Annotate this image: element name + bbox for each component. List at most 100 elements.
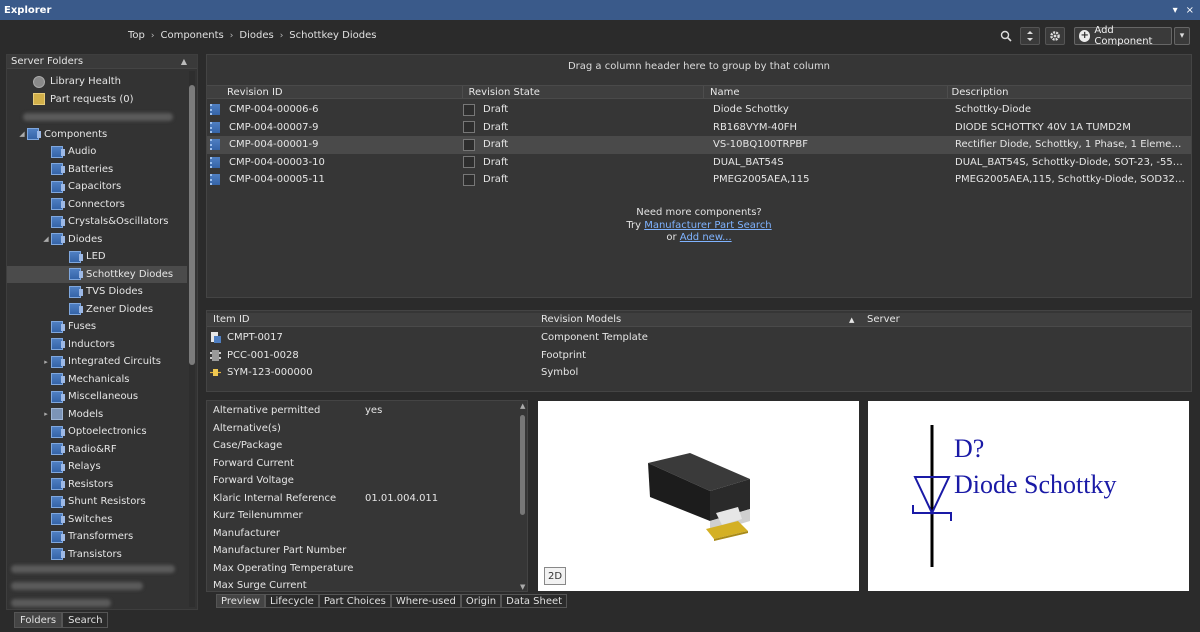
model-row-template[interactable]: CMPT-0017 Component Template [207,329,1191,347]
schematic-symbol-preview[interactable]: D? Diode Schottky [868,401,1189,591]
scrollbar-thumb[interactable] [189,85,195,365]
tree-item[interactable]: ◢ Components [7,126,187,144]
state-checkbox[interactable] [463,103,475,116]
model-row-symbol[interactable]: SYM-123-000000 Symbol [207,364,1191,382]
property-row[interactable]: Max Surge Current [213,580,307,591]
scroll-down-icon[interactable]: ▼ [520,583,525,591]
column-description[interactable]: Description [948,86,1192,98]
toggle-2d-button[interactable]: 2D [544,567,566,585]
tree-item[interactable]: Optoelectronics [7,423,187,441]
tree-item[interactable]: LED [7,248,187,266]
folders-scrollbar[interactable] [189,71,195,607]
property-row[interactable]: Alternative permitted yes [213,405,382,423]
tree-item[interactable]: Relays [7,458,187,476]
close-icon[interactable]: × [1186,5,1194,16]
tree-item[interactable]: Capacitors [7,178,187,196]
property-row[interactable]: Manufacturer [213,528,280,546]
tab-part-choices[interactable]: Part Choices [318,594,391,608]
tree-item[interactable]: Transistors [7,546,187,564]
add-new-link[interactable]: Add new... [680,232,732,243]
pin-icon[interactable]: ▾ [1173,5,1178,16]
property-row[interactable]: Manufacturer Part Number [213,545,346,563]
tab-preview[interactable]: Preview [216,594,265,608]
cell-name: RB168VYM-40FH [713,121,798,133]
property-row[interactable]: Forward Voltage [213,475,294,493]
tab-lifecycle[interactable]: Lifecycle [264,594,319,608]
breadcrumb-top[interactable]: Top [128,30,145,41]
table-row[interactable]: CMP-004-00003-10 Draft DUAL_BAT54S DUAL_BAT… [207,154,1191,172]
state-checkbox[interactable] [463,121,475,134]
refresh-button[interactable] [1020,27,1040,45]
table-row[interactable]: CMP-004-00007-9 Draft RB168VYM-40FH DIODE S… [207,119,1191,137]
property-row[interactable]: Max Operating Temperature [213,563,353,581]
expand-toggle-icon[interactable]: ▸ [41,410,51,418]
breadcrumb-diodes[interactable]: Diodes [239,30,273,41]
property-row[interactable]: Case/Package [213,440,282,458]
property-row[interactable]: Forward Current [213,458,294,476]
sort-ascending-icon[interactable]: ▲ [849,316,854,324]
tab-folders[interactable]: Folders [14,612,63,628]
breadcrumb-components[interactable]: Components [160,30,223,41]
tree-item[interactable]: Inductors [7,336,187,354]
column-item-id[interactable]: Item ID [213,314,250,325]
tab-where-used[interactable]: Where-used [390,594,461,608]
tree-item[interactable]: Batteries [7,161,187,179]
table-row[interactable]: CMP-004-00006-6 Draft Diode Schottky Schott… [207,101,1191,119]
tab-data-sheet[interactable]: Data Sheet [501,594,568,608]
tab-search[interactable]: Search [62,612,109,628]
chevron-right-icon: › [229,30,234,41]
property-value: 01.01.004.011 [365,492,439,504]
tree-item[interactable]: ◢ Diodes [7,231,187,249]
tree-item[interactable]: Library Health [7,73,187,91]
table-row[interactable]: CMP-004-00005-11 Draft PMEG2005AEA,115 PMEG… [207,171,1191,189]
property-row[interactable]: Klaric Internal Reference 01.01.004.011 [213,493,438,511]
state-checkbox[interactable] [463,138,475,151]
tree-item[interactable]: Crystals&Oscillators [7,213,187,231]
tree-item[interactable]: Fuses [7,318,187,336]
tree-item[interactable]: Mechanicals [7,371,187,389]
expand-toggle-icon[interactable]: ◢ [41,235,51,243]
breadcrumb-schottkey-diodes[interactable]: Schottkey Diodes [289,30,376,41]
properties-scrollbar[interactable]: ▲ ▼ [520,402,526,591]
tree-item[interactable]: Connectors [7,196,187,214]
add-component-button[interactable]: + Add Component [1074,25,1172,47]
model-row-footprint[interactable]: PCC-001-0028 Footprint [207,347,1191,365]
tree-item[interactable]: Shunt Resistors [7,493,187,511]
tree-item[interactable]: ▸ Models [7,406,187,424]
tree-item[interactable]: Schottkey Diodes [7,265,187,283]
state-checkbox[interactable] [463,173,475,186]
scroll-up-icon[interactable]: ▲ [520,402,525,410]
manufacturer-part-search-link[interactable]: Manufacturer Part Search [644,220,771,231]
tree-item[interactable]: Resistors [7,476,187,494]
settings-button[interactable] [1045,27,1065,45]
detail-tabs: Preview Lifecycle Part Choices Where-use… [216,594,568,608]
property-row[interactable]: Alternative(s) [213,423,281,441]
tab-origin[interactable]: Origin [460,594,502,608]
expand-toggle-icon[interactable]: ◢ [17,130,27,138]
column-revision-state[interactable]: Revision State [463,86,704,98]
table-row[interactable]: CMP-004-00001-9 Draft VS-10BQ100TRPBF Recti… [207,136,1191,154]
tree-item[interactable]: Switches [7,511,187,529]
tree-item[interactable]: Miscellaneous [7,388,187,406]
tree-item[interactable] [7,108,187,126]
collapse-icon[interactable]: ▲ [181,57,187,66]
footprint-3d-preview[interactable]: 2D [538,401,859,591]
property-row[interactable]: Kurz Teilenummer [213,510,303,528]
column-name[interactable]: Name [704,86,948,98]
tree-item[interactable]: Radio&RF [7,441,187,459]
tree-item[interactable]: Zener Diodes [7,301,187,319]
column-server[interactable]: Server [867,314,900,325]
state-checkbox[interactable] [463,156,475,169]
search-button[interactable] [996,27,1016,45]
tree-item[interactable]: TVS Diodes [7,283,187,301]
scrollbar-thumb[interactable] [520,415,525,515]
tree-item[interactable]: Transformers [7,528,187,546]
model-type: Footprint [541,349,587,361]
column-revision-models[interactable]: Revision Models [541,314,621,325]
add-component-dropdown[interactable]: ▾ [1174,27,1190,45]
expand-toggle-icon[interactable]: ▸ [41,358,51,366]
tree-item[interactable]: Part requests (0) [7,91,187,109]
column-revision-id[interactable]: Revision ID [207,86,463,98]
tree-item[interactable]: ▸ Integrated Circuits [7,353,187,371]
tree-item[interactable]: Audio [7,143,187,161]
